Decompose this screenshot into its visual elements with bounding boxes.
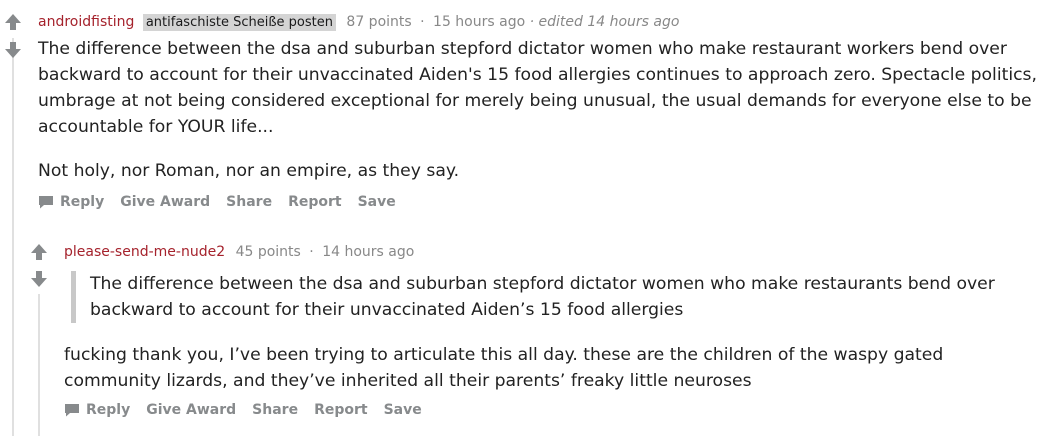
comment-actions: Reply Give Award Share Report Save: [64, 402, 438, 418]
score: 87 points: [346, 14, 412, 30]
report-button[interactable]: Report: [288, 194, 342, 210]
comment-body: fucking thank you, I’ve been trying to a…: [64, 342, 1044, 394]
reply-button[interactable]: Reply: [38, 194, 104, 210]
report-button[interactable]: Report: [314, 402, 368, 418]
share-button[interactable]: Share: [252, 402, 298, 418]
comment-androidfisting: androidfisting antifaschiste Scheiße pos…: [0, 0, 1061, 225]
give-award-button[interactable]: Give Award: [146, 402, 236, 418]
comment-please-send-me-nude2: please-send-me-nude2 45 points · 14 hour…: [0, 225, 1061, 436]
give-award-button[interactable]: Give Award: [120, 194, 210, 210]
edited-timestamp: · edited 14 hours ago: [529, 14, 680, 30]
reply-label: Reply: [86, 402, 131, 418]
share-button[interactable]: Share: [226, 194, 272, 210]
separator: ·: [420, 14, 425, 30]
reply-label: Reply: [60, 194, 105, 210]
author-link[interactable]: please-send-me-nude2: [64, 244, 225, 260]
author-link[interactable]: androidfisting: [38, 14, 134, 30]
comment-tagline: please-send-me-nude2 45 points · 14 hour…: [64, 243, 414, 261]
comment-body: The difference between the dsa and subur…: [38, 36, 1043, 184]
save-button[interactable]: Save: [358, 194, 396, 210]
speech-bubble-icon: [39, 196, 53, 209]
upvote-arrow-icon[interactable]: [29, 242, 49, 262]
save-button[interactable]: Save: [384, 402, 422, 418]
reply-button[interactable]: Reply: [64, 402, 130, 418]
downvote-arrow-icon[interactable]: [29, 269, 49, 289]
downvote-arrow-icon[interactable]: [3, 40, 23, 60]
blockquote: The difference between the dsa and subur…: [71, 271, 1050, 323]
upvote-arrow-icon[interactable]: [3, 12, 23, 32]
score: 45 points: [235, 244, 301, 260]
timestamp[interactable]: 15 hours ago: [433, 14, 525, 30]
comment-paragraph: Not holy, nor Roman, nor an empire, as t…: [38, 161, 460, 181]
comment-actions: Reply Give Award Share Report Save: [38, 194, 412, 210]
comment-tagline: androidfisting antifaschiste Scheiße pos…: [38, 13, 679, 31]
separator: ·: [309, 244, 314, 260]
comment-paragraph: The difference between the dsa and subur…: [38, 39, 1037, 137]
comment-paragraph: fucking thank you, I’ve been trying to a…: [64, 345, 944, 391]
timestamp[interactable]: 14 hours ago: [322, 244, 414, 260]
speech-bubble-icon: [65, 404, 79, 417]
user-flair: antifaschiste Scheiße posten: [142, 14, 336, 31]
